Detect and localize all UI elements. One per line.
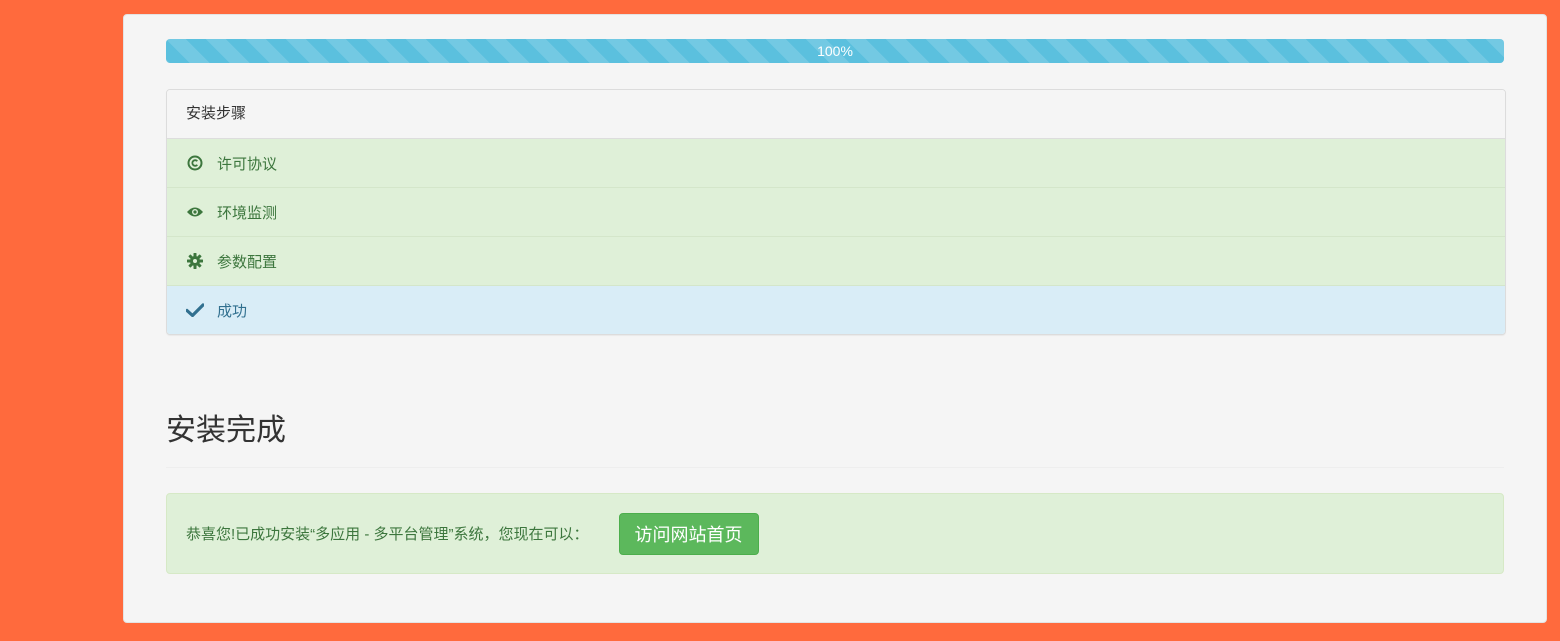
step-label: 许可协议 bbox=[217, 155, 278, 173]
step-label: 环境监测 bbox=[217, 204, 278, 222]
title-divider bbox=[166, 467, 1504, 468]
check-icon bbox=[186, 301, 204, 319]
visit-homepage-button[interactable]: 访问网站首页 bbox=[618, 512, 759, 555]
page-title: 安装完成 bbox=[166, 414, 286, 447]
eye-icon bbox=[186, 203, 204, 221]
cog-icon bbox=[186, 252, 204, 270]
progress-bar-fill: 100% bbox=[166, 39, 1504, 63]
step-config: 参数配置 bbox=[167, 237, 1505, 286]
steps-heading: 安装步骤 bbox=[167, 90, 1505, 139]
copyright-icon bbox=[186, 154, 204, 172]
install-progress: 100% bbox=[166, 39, 1504, 63]
success-alert: 恭喜您!已成功安装“多应用 - 多平台管理”系统，您现在可以： 访问网站首页 bbox=[166, 493, 1504, 574]
step-label: 成功 bbox=[217, 302, 248, 320]
step-success: 成功 bbox=[167, 286, 1505, 334]
step-label: 参数配置 bbox=[217, 253, 278, 271]
success-message: 恭喜您!已成功安装“多应用 - 多平台管理”系统，您现在可以： bbox=[186, 526, 589, 543]
install-steps-panel: 安装步骤 许可协议 环境监测 参数配置 成功 bbox=[166, 89, 1506, 335]
step-environment: 环境监测 bbox=[167, 188, 1505, 237]
step-license: 许可协议 bbox=[167, 139, 1505, 188]
install-card: 100% 安装步骤 许可协议 环境监测 参数配置 成功 安装完成 恭喜您!已成功… bbox=[123, 14, 1547, 623]
